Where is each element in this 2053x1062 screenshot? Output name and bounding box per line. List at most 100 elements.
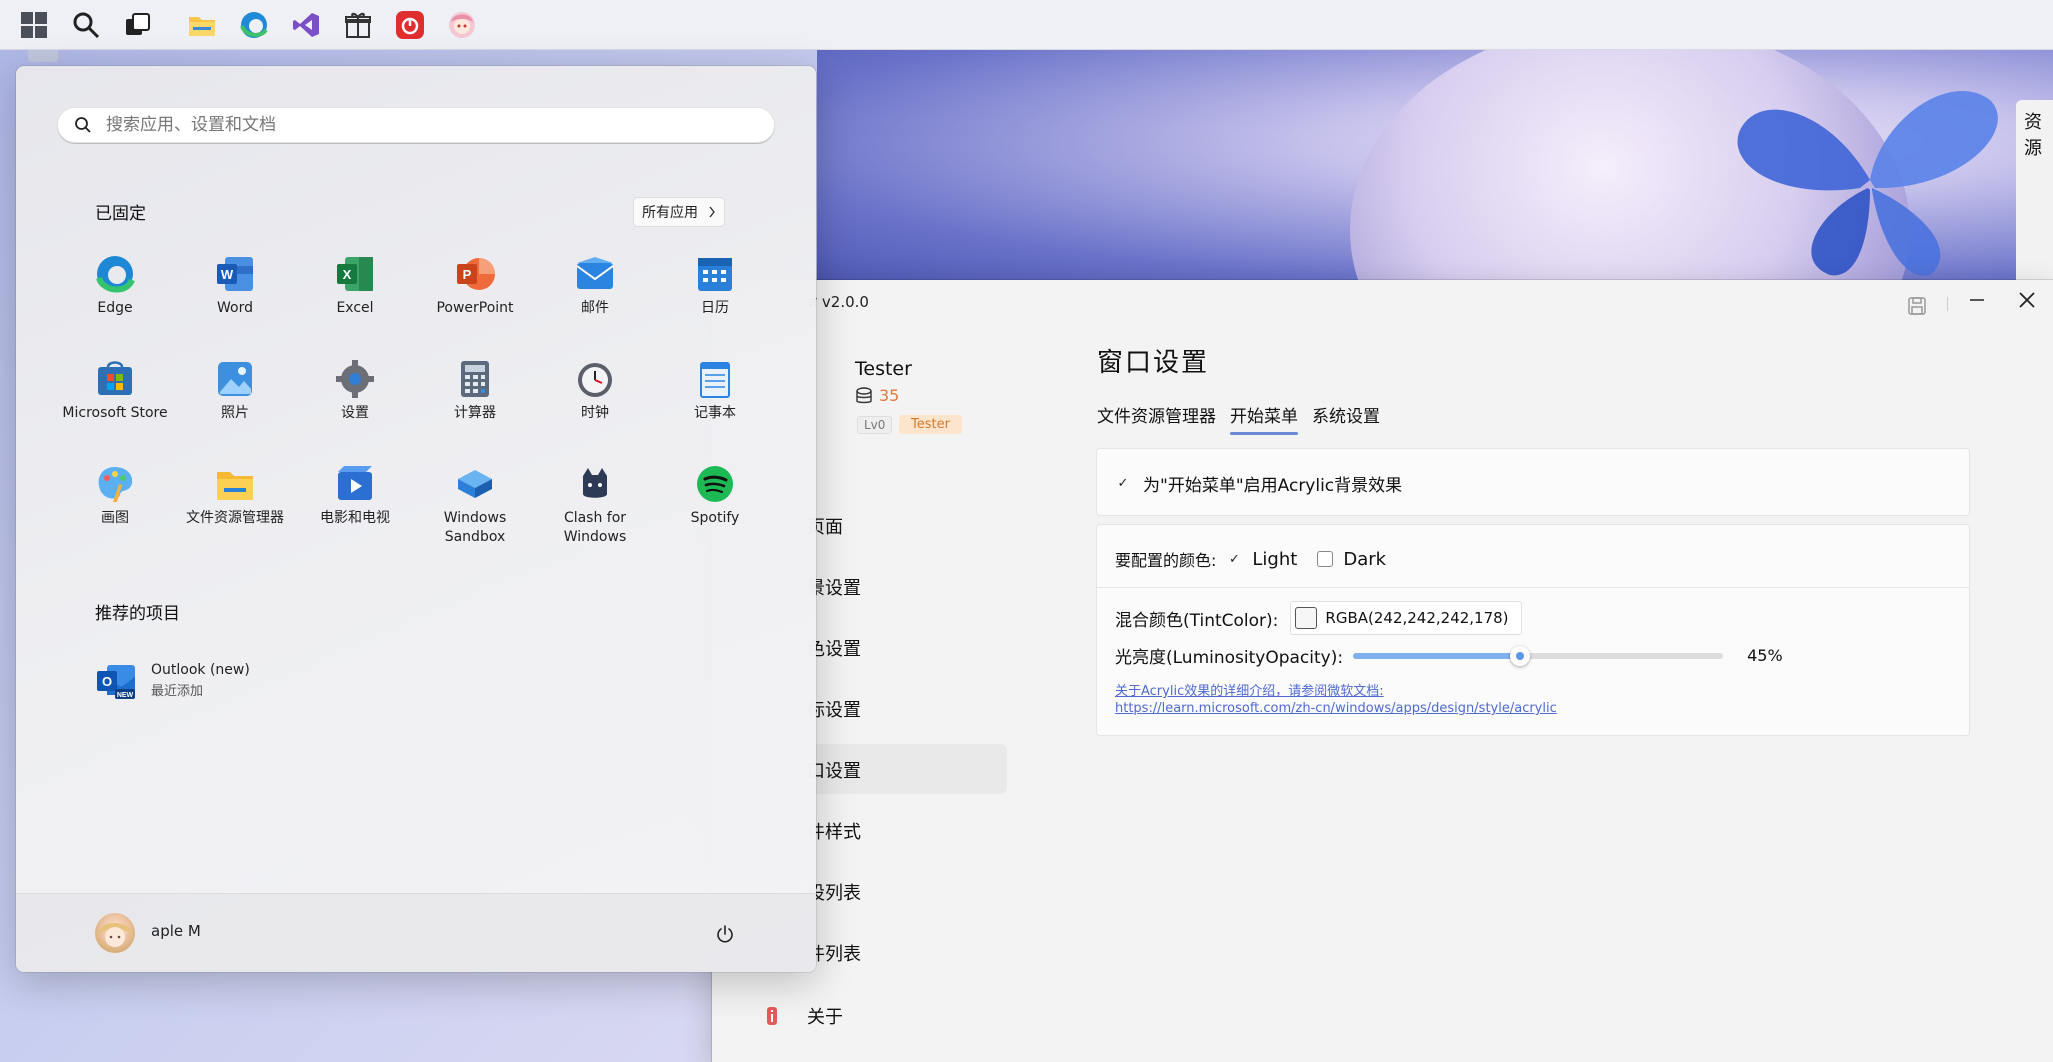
calculator-icon — [454, 358, 496, 400]
user-name[interactable]: aple M — [151, 922, 201, 940]
settings-app-window: ส v2.0.0 Tester 35 Lv0 Tester 页面 景设置 色设置… — [712, 280, 2053, 1062]
pinned-app-settings[interactable]: 设置 — [295, 358, 415, 463]
luminosity-slider-fill — [1353, 652, 1520, 659]
spotify-icon — [694, 463, 736, 505]
sandbox-icon — [454, 463, 496, 505]
search-icon — [75, 117, 91, 133]
tab-file-explorer[interactable]: 文件资源管理器 — [1097, 402, 1216, 435]
dark-checkbox[interactable] — [1317, 551, 1334, 567]
nav-item-about[interactable]: 关于 — [807, 992, 843, 1040]
pinned-app-movies-tv[interactable]: 电影和电视 — [295, 463, 415, 568]
all-apps-label: 所有应用 — [642, 205, 698, 221]
all-apps-button[interactable]: 所有应用 — [633, 197, 725, 227]
pinned-app-word[interactable]: W Word — [175, 253, 295, 358]
pinned-app-clash[interactable]: Clash for Windows — [535, 463, 655, 568]
pinned-app-excel[interactable]: X Excel — [295, 253, 415, 358]
app-label: 记事本 — [694, 405, 736, 421]
light-label: Light — [1252, 548, 1298, 570]
avatar[interactable] — [95, 913, 135, 953]
close-button[interactable] — [2002, 280, 2052, 320]
acrylic-docs-text: 关于Acrylic效果的详细介绍，请参阅微软文档: — [1115, 684, 1384, 699]
luminosity-slider[interactable] — [1353, 645, 1724, 666]
search-icon[interactable] — [60, 1, 112, 49]
save-icon[interactable] — [1892, 286, 1942, 326]
color-config-card: 要配置的颜色: ✓ Light Dark 混合颜色(TintColor): RG… — [1096, 524, 1970, 736]
pinned-app-store[interactable]: Microsoft Store — [55, 358, 175, 463]
pinned-app-windows-sandbox[interactable]: Windows Sandbox — [415, 463, 535, 568]
mail-icon — [574, 253, 616, 295]
power-button[interactable] — [710, 919, 740, 949]
tab-start-menu[interactable]: 开始菜单 — [1230, 402, 1298, 435]
minimize-button[interactable] — [1952, 280, 2002, 320]
app-label: 设置 — [341, 405, 369, 421]
svg-text:NEW: NEW — [117, 692, 134, 699]
pinned-app-edge[interactable]: Edge — [55, 253, 175, 358]
start-search-input[interactable] — [104, 114, 728, 136]
netease-music-icon[interactable] — [384, 1, 436, 49]
tint-color-swatch[interactable] — [1295, 607, 1318, 629]
app-label: Spotify — [690, 510, 740, 526]
recommended-subtitle: 最近添加 — [151, 683, 204, 699]
app-label: Microsoft Store — [62, 405, 168, 421]
app-label: 邮件 — [581, 300, 609, 316]
dark-label: Dark — [1343, 548, 1387, 570]
app-label: 时钟 — [581, 405, 609, 421]
pinned-app-powerpoint[interactable]: P PowerPoint — [415, 253, 535, 358]
photos-icon — [214, 358, 256, 400]
svg-text:W: W — [221, 267, 234, 282]
tint-value: RGBA(242,242,242,178) — [1325, 609, 1509, 627]
start-search-box[interactable] — [57, 107, 775, 143]
app-label: Windows Sandbox — [443, 510, 507, 545]
recommended-section-title: 推荐的项目 — [95, 604, 180, 624]
tab-system-settings[interactable]: 系统设置 — [1312, 402, 1380, 435]
task-view-icon[interactable] — [112, 1, 164, 49]
app-label: 照片 — [221, 405, 249, 421]
calendar-icon — [694, 253, 736, 295]
app-label: PowerPoint — [436, 300, 514, 316]
clock-icon — [574, 358, 616, 400]
anime-avatar-icon[interactable] — [436, 1, 488, 49]
light-checkbox[interactable]: ✓ — [1226, 551, 1242, 567]
app-label: Edge — [97, 300, 133, 316]
start-button-indicator — [28, 50, 58, 62]
pinned-apps-grid: Edge W Word X Excel P PowerPoint 邮件 日历 M… — [55, 253, 785, 568]
coin-value: 35 — [879, 386, 900, 405]
titlebar-separator — [1947, 297, 1948, 311]
windows-start-icon[interactable] — [8, 1, 60, 49]
wallpaper-butterfly — [1737, 91, 1998, 276]
tint-color-picker[interactable]: RGBA(242,242,242,178) — [1290, 601, 1522, 635]
app-label: 计算器 — [454, 405, 496, 421]
pinned-app-spotify[interactable]: Spotify — [655, 463, 775, 568]
recommended-title: Outlook (new) — [151, 661, 250, 678]
movies-icon — [334, 463, 376, 505]
acrylic-checkbox[interactable]: ✓ — [1115, 476, 1131, 492]
acrylic-docs-url[interactable]: https://learn.microsoft.com/zh-cn/window… — [1115, 700, 1557, 717]
pinned-app-mail[interactable]: 邮件 — [535, 253, 655, 358]
pinned-app-photos[interactable]: 照片 — [175, 358, 295, 463]
pinned-app-notepad[interactable]: 记事本 — [655, 358, 775, 463]
taskbar — [0, 0, 2053, 50]
luminosity-slider-thumb[interactable] — [1509, 645, 1530, 666]
user-avatar-icon — [98, 923, 132, 947]
recommended-item[interactable]: O NEW Outlook (new) 最近添加 — [95, 659, 250, 701]
pinned-app-calculator[interactable]: 计算器 — [415, 358, 535, 463]
svg-text:X: X — [343, 267, 352, 282]
app-label: 画图 — [101, 510, 129, 526]
acrylic-docs-link[interactable]: 关于Acrylic效果的详细介绍，请参阅微软文档: https://learn.… — [1115, 683, 1557, 717]
right-side-panel: 资源 — [2016, 100, 2053, 290]
start-menu: 已固定 所有应用 Edge W Word X Excel P PowerPoin… — [16, 66, 816, 972]
pinned-app-file-explorer[interactable]: 文件资源管理器 — [175, 463, 295, 568]
right-panel-label: 资源 — [2024, 112, 2042, 159]
app-label: 电影和电视 — [320, 510, 390, 526]
file-explorer-icon[interactable] — [176, 1, 228, 49]
pinned-app-calendar[interactable]: 日历 — [655, 253, 775, 358]
tint-label: 混合颜色(TintColor): — [1115, 610, 1279, 631]
pinned-app-paint[interactable]: 画图 — [55, 463, 175, 568]
edge-icon[interactable] — [228, 1, 280, 49]
visual-studio-icon[interactable] — [280, 1, 332, 49]
level-badge: Lv0 — [857, 416, 893, 434]
pinned-app-clock[interactable]: 时钟 — [535, 358, 655, 463]
app-label: 日历 — [701, 300, 729, 316]
gift-icon[interactable] — [332, 1, 384, 49]
app-label: Clash for Windows — [563, 510, 627, 545]
